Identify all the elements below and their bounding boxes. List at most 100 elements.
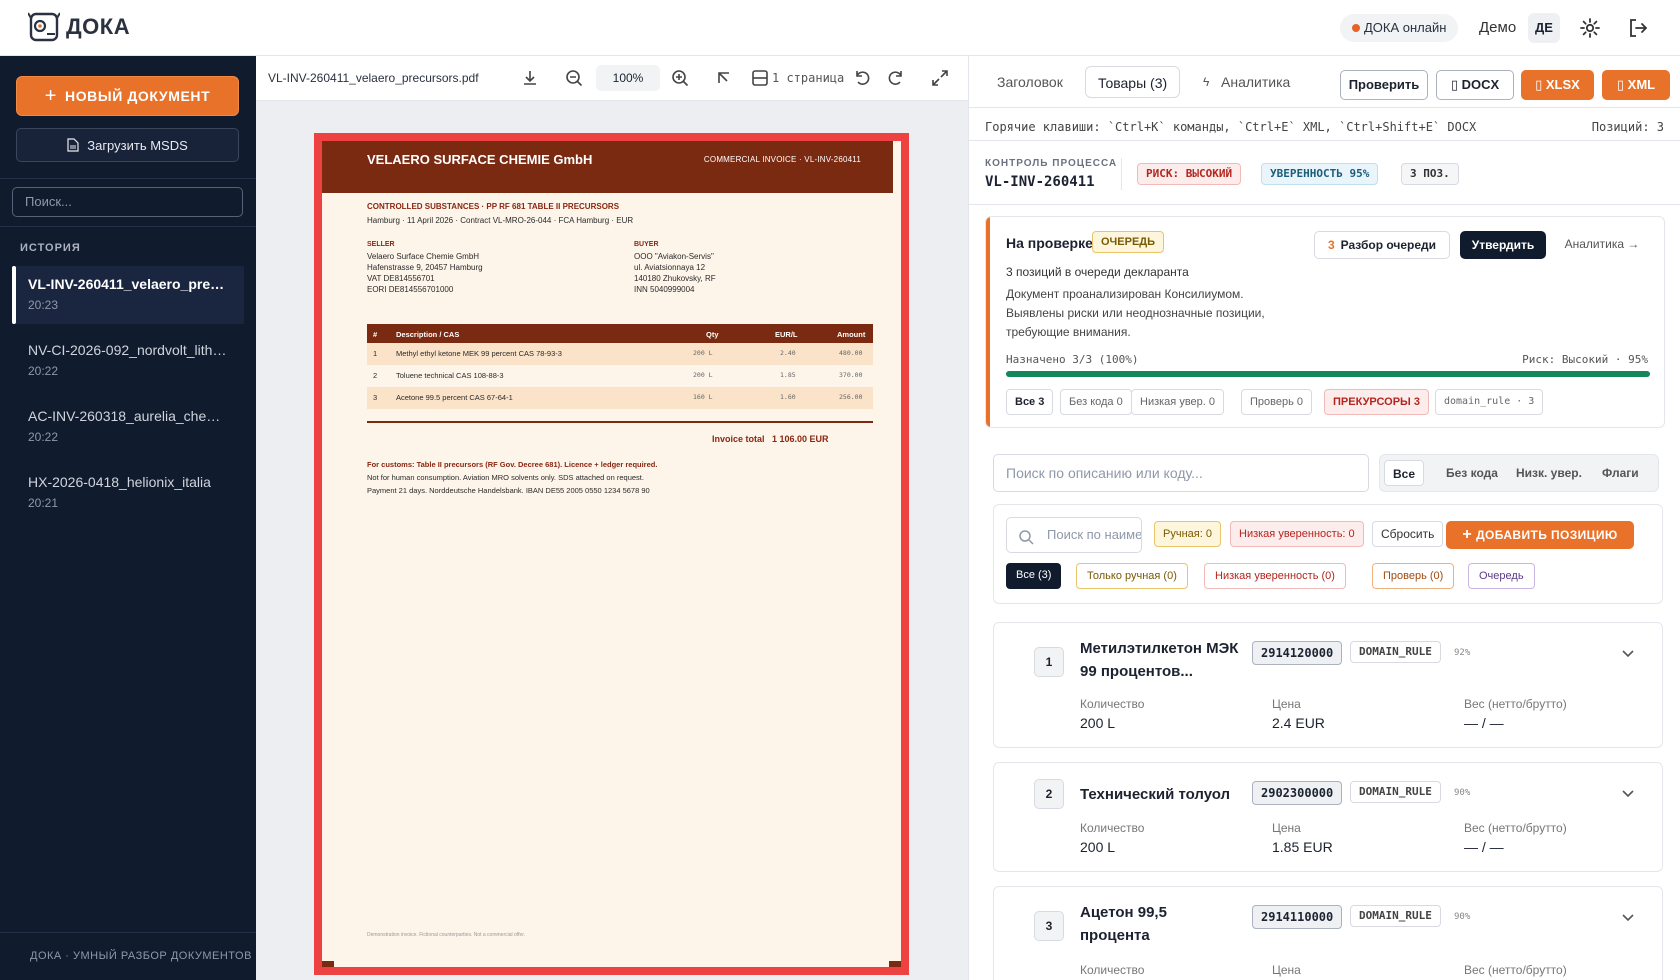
segment-all[interactable]: Все — [1384, 460, 1425, 486]
confidence-value: 92% — [1454, 648, 1471, 658]
docx-button[interactable]: ▯ DOCX — [1436, 70, 1514, 100]
filter-manual-only[interactable]: Только ручная (0) — [1076, 563, 1188, 589]
filter-check[interactable]: Проверь (0) — [1372, 563, 1455, 589]
rotate-left-icon[interactable] — [852, 68, 872, 88]
gear-icon[interactable] — [1578, 16, 1602, 40]
position-number: 2 — [1034, 779, 1064, 809]
invoice-header-band — [322, 141, 893, 193]
upload-msds-button[interactable]: Загрузить MSDS — [16, 128, 239, 162]
history-item-name: AC-INV-260318_aurelia_chemicals — [28, 408, 228, 424]
row-price: 1.85 — [780, 371, 796, 379]
document-id: VL-INV-260411 — [985, 174, 1095, 190]
zoom-out-icon[interactable] — [564, 68, 584, 88]
approve-button[interactable]: Утвердить — [1460, 231, 1546, 259]
chip-no-code[interactable]: Без кода 0 — [1060, 389, 1132, 415]
chip-low-confidence[interactable]: Низкая увер. 0 — [1131, 389, 1225, 415]
divider — [0, 932, 256, 933]
tab-goods[interactable]: Товары (3) — [1085, 66, 1181, 98]
history-item-name: VL-INV-260411_velaero_precursors — [28, 276, 228, 292]
history-item-time: 20:21 — [28, 496, 59, 510]
plus-icon: + — [1462, 526, 1473, 543]
fit-icon[interactable] — [714, 68, 734, 88]
history-search-input[interactable]: Поиск... — [12, 187, 243, 217]
logout-icon[interactable] — [1626, 16, 1650, 40]
bolt-icon: ϟ — [1203, 75, 1210, 89]
history-item-name: HX-2026-0418_helionix_italia — [28, 474, 211, 490]
zoom-level[interactable]: 100% — [596, 65, 660, 91]
hs-code-badge[interactable]: 2914120000 — [1252, 641, 1343, 665]
qty-label: Количество — [1080, 963, 1145, 977]
process-control-label: КОНТРОЛЬ ПРОЦЕССА — [985, 158, 1118, 169]
logo-text: ДОКА — [66, 14, 131, 39]
chevron-down-icon[interactable] — [1620, 645, 1636, 661]
review-card: На проверке ОЧЕРЕДЬ 3 позиций в очереди … — [985, 216, 1665, 428]
tab-header[interactable]: Заголовок — [985, 66, 1075, 98]
chip-domain-rule[interactable]: domain_rule · 3 — [1435, 389, 1544, 415]
goods-search-input[interactable]: Поиск по описанию или коду... — [993, 454, 1369, 492]
check-button[interactable]: Проверить — [1340, 70, 1428, 100]
rotate-right-icon[interactable] — [886, 68, 906, 88]
history-item[interactable]: VL-INV-260411_velaero_precursors 20:23 — [12, 266, 244, 324]
col-desc: Description / CAS — [396, 330, 460, 339]
filter-all[interactable]: Все (3) — [1006, 563, 1062, 589]
row-price: 2.40 — [780, 349, 796, 357]
zoom-in-icon[interactable] — [670, 68, 690, 88]
col-price: EUR/L — [775, 330, 798, 339]
segment-low-confidence[interactable]: Низк. увер. — [1508, 460, 1590, 486]
chevron-down-icon[interactable] — [1620, 785, 1636, 801]
position-card[interactable]: 1 Метилэтилкетон МЭК 99 процентов... 291… — [993, 622, 1663, 748]
tab-analytics[interactable]: ϟ Аналитика — [1191, 66, 1302, 98]
history-item[interactable]: AC-INV-260318_aurelia_chemicals 20:22 — [12, 398, 244, 456]
file-icon — [67, 138, 79, 152]
hotkeys-hint: Горячие клавиши: `Ctrl+K` команды, `Ctrl… — [985, 120, 1477, 134]
chip-precursors[interactable]: ПРЕКУРСОРЫ 3 — [1324, 389, 1429, 415]
chip-check[interactable]: Проверь 0 — [1241, 389, 1313, 415]
history-item[interactable]: HX-2026-0418_helionix_italia 20:21 — [12, 464, 244, 522]
hs-code-badge[interactable]: 2902300000 — [1252, 781, 1343, 805]
fullscreen-icon[interactable] — [930, 68, 950, 88]
position-card[interactable]: 3 Ацетон 99,5 процента 2914110000 DOMAIN… — [993, 886, 1663, 980]
top-bar: ДОКА ДОКА онлайн Демо ДЕ — [0, 0, 1680, 56]
xlsx-button[interactable]: ▯ XLSX — [1521, 70, 1594, 100]
segment-no-code[interactable]: Без кода — [1438, 460, 1506, 486]
language-button[interactable]: ДЕ — [1528, 13, 1560, 43]
position-card[interactable]: 2 Технический толуол 2902300000 DOMAIN_R… — [993, 762, 1663, 872]
weight-value: — / — — [1464, 715, 1504, 731]
price-label: Цена — [1272, 963, 1301, 977]
buyer-line: INN 5040999004 — [634, 285, 695, 294]
details-panel: Заголовок Товары (3) ϟ Аналитика Провери… — [968, 56, 1680, 980]
page-corner — [322, 961, 334, 967]
upload-msds-label: Загрузить MSDS — [87, 137, 188, 153]
confidence-value: 90% — [1454, 912, 1471, 922]
online-status-badge: ДОКА онлайн — [1340, 14, 1459, 42]
download-icon[interactable] — [520, 68, 540, 88]
price-value: 2.4 EUR — [1272, 715, 1325, 731]
reset-button[interactable]: Сбросить — [1372, 521, 1444, 547]
filter-queue[interactable]: Очередь — [1468, 563, 1535, 589]
qty-label: Количество — [1080, 821, 1145, 835]
confidence-badge: УВЕРЕННОСТЬ 95% — [1261, 163, 1379, 185]
user-name[interactable]: Демо — [1479, 19, 1516, 36]
history-item-name: NV-CI-2026-092_nordvolt_lithium — [28, 342, 228, 358]
segment-flags[interactable]: Флаги — [1594, 460, 1647, 486]
seller-line: EORI DE814556701000 — [367, 285, 454, 294]
xml-button[interactable]: ▯ XML — [1602, 70, 1670, 100]
filter-low-confidence[interactable]: Низкая уверенность (0) — [1204, 563, 1346, 589]
chip-all[interactable]: Все 3 — [1006, 389, 1054, 415]
divider — [0, 178, 256, 179]
app-logo[interactable]: ДОКА — [28, 10, 130, 44]
position-number: 3 — [1034, 911, 1064, 941]
add-position-button[interactable]: + ДОБАВИТЬ ПОЗИЦИЮ — [1446, 521, 1634, 549]
invoice-note: Payment 21 days. Norddeutsche Handelsban… — [367, 486, 650, 495]
invoice-doc-title: COMMERCIAL INVOICE · VL-INV-260411 — [703, 155, 861, 164]
history-item[interactable]: NV-CI-2026-092_nordvolt_lithium 20:22 — [12, 332, 244, 390]
analytics-link[interactable]: Аналитика → — [1552, 231, 1652, 259]
new-document-button[interactable]: + НОВЫЙ ДОКУМЕНТ — [16, 76, 239, 116]
page-layout-icon[interactable] — [750, 68, 770, 88]
review-description: Документ проанализирован Консилиумом. Вы… — [1006, 287, 1265, 339]
chevron-down-icon[interactable] — [1620, 909, 1636, 925]
viewer-toolbar: VL-INV-260411_velaero_precursors.pdf 100… — [256, 56, 968, 101]
history-item-time: 20:22 — [28, 364, 59, 378]
queue-review-button[interactable]: 3 Разбор очереди — [1314, 231, 1450, 259]
hs-code-badge[interactable]: 2914110000 — [1252, 905, 1343, 929]
